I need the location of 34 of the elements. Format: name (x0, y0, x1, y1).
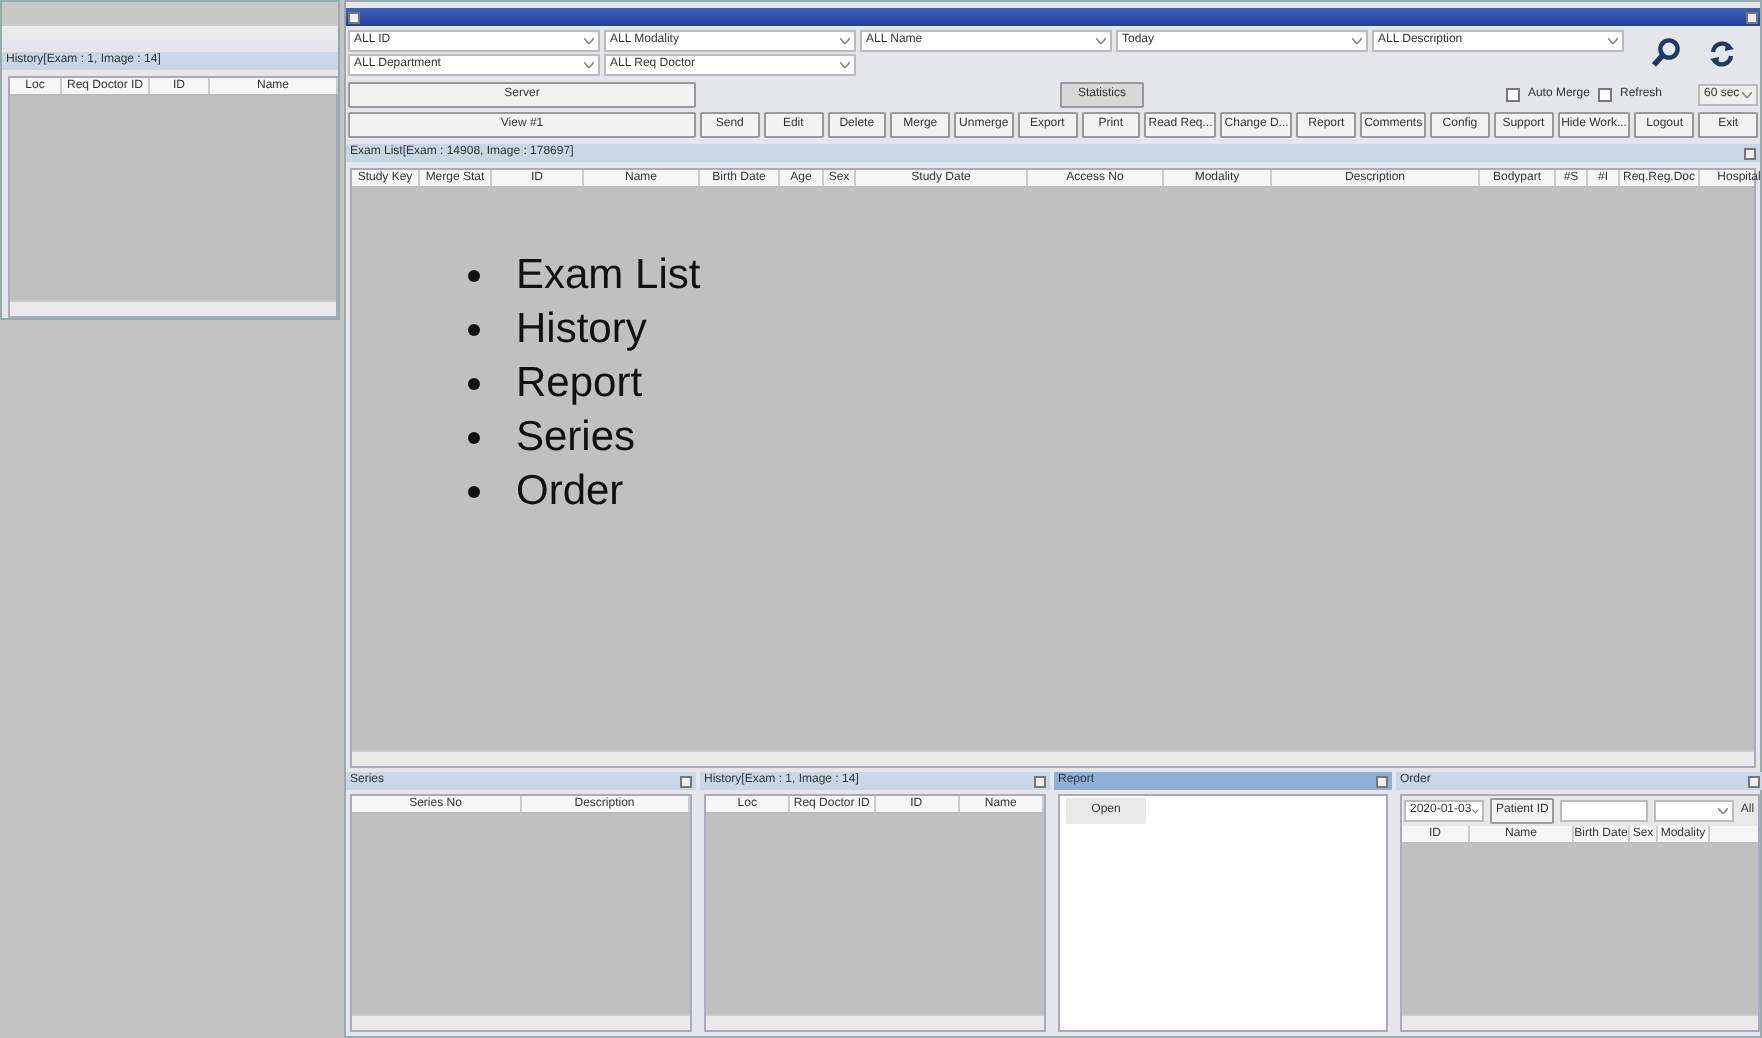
refresh-icon[interactable] (1708, 39, 1736, 67)
caret-icon (840, 62, 850, 68)
list-item: Order (516, 466, 624, 518)
search-icon[interactable] (1652, 38, 1680, 68)
checkbox[interactable] (1505, 88, 1520, 102)
bullet-icon (468, 377, 480, 389)
caret-icon (1096, 38, 1106, 44)
bullet-icon (468, 269, 480, 281)
caret-icon (1718, 808, 1729, 814)
caret-icon (840, 38, 850, 44)
list-item: Exam List (516, 250, 701, 302)
close-icon[interactable] (1746, 11, 1758, 23)
caret-icon (584, 62, 594, 68)
panel-menu-icon[interactable] (680, 775, 692, 787)
bullet-icon (468, 431, 480, 443)
list-item: History (516, 304, 647, 356)
panel-menu-icon[interactable] (1376, 775, 1388, 787)
checkbox[interactable] (1597, 88, 1612, 102)
patient-id-field[interactable] (1560, 800, 1649, 822)
caret-icon (1471, 808, 1478, 814)
dropdown-field[interactable] (1654, 800, 1735, 822)
bullet-icon (468, 323, 480, 335)
caret-icon (1742, 92, 1752, 98)
caret-icon (584, 38, 594, 44)
list-item: Series (516, 412, 636, 464)
bullet-icon (468, 485, 480, 497)
panel-menu-icon[interactable] (1034, 775, 1046, 787)
window-menu-icon[interactable] (348, 11, 360, 23)
caret-icon (1608, 38, 1618, 44)
caret-icon (1352, 38, 1362, 44)
panel-menu-icon[interactable] (1744, 147, 1756, 159)
list-item: Report (516, 358, 643, 410)
scrollbar[interactable] (2, 24, 338, 40)
panel-menu-icon[interactable] (1748, 775, 1760, 787)
